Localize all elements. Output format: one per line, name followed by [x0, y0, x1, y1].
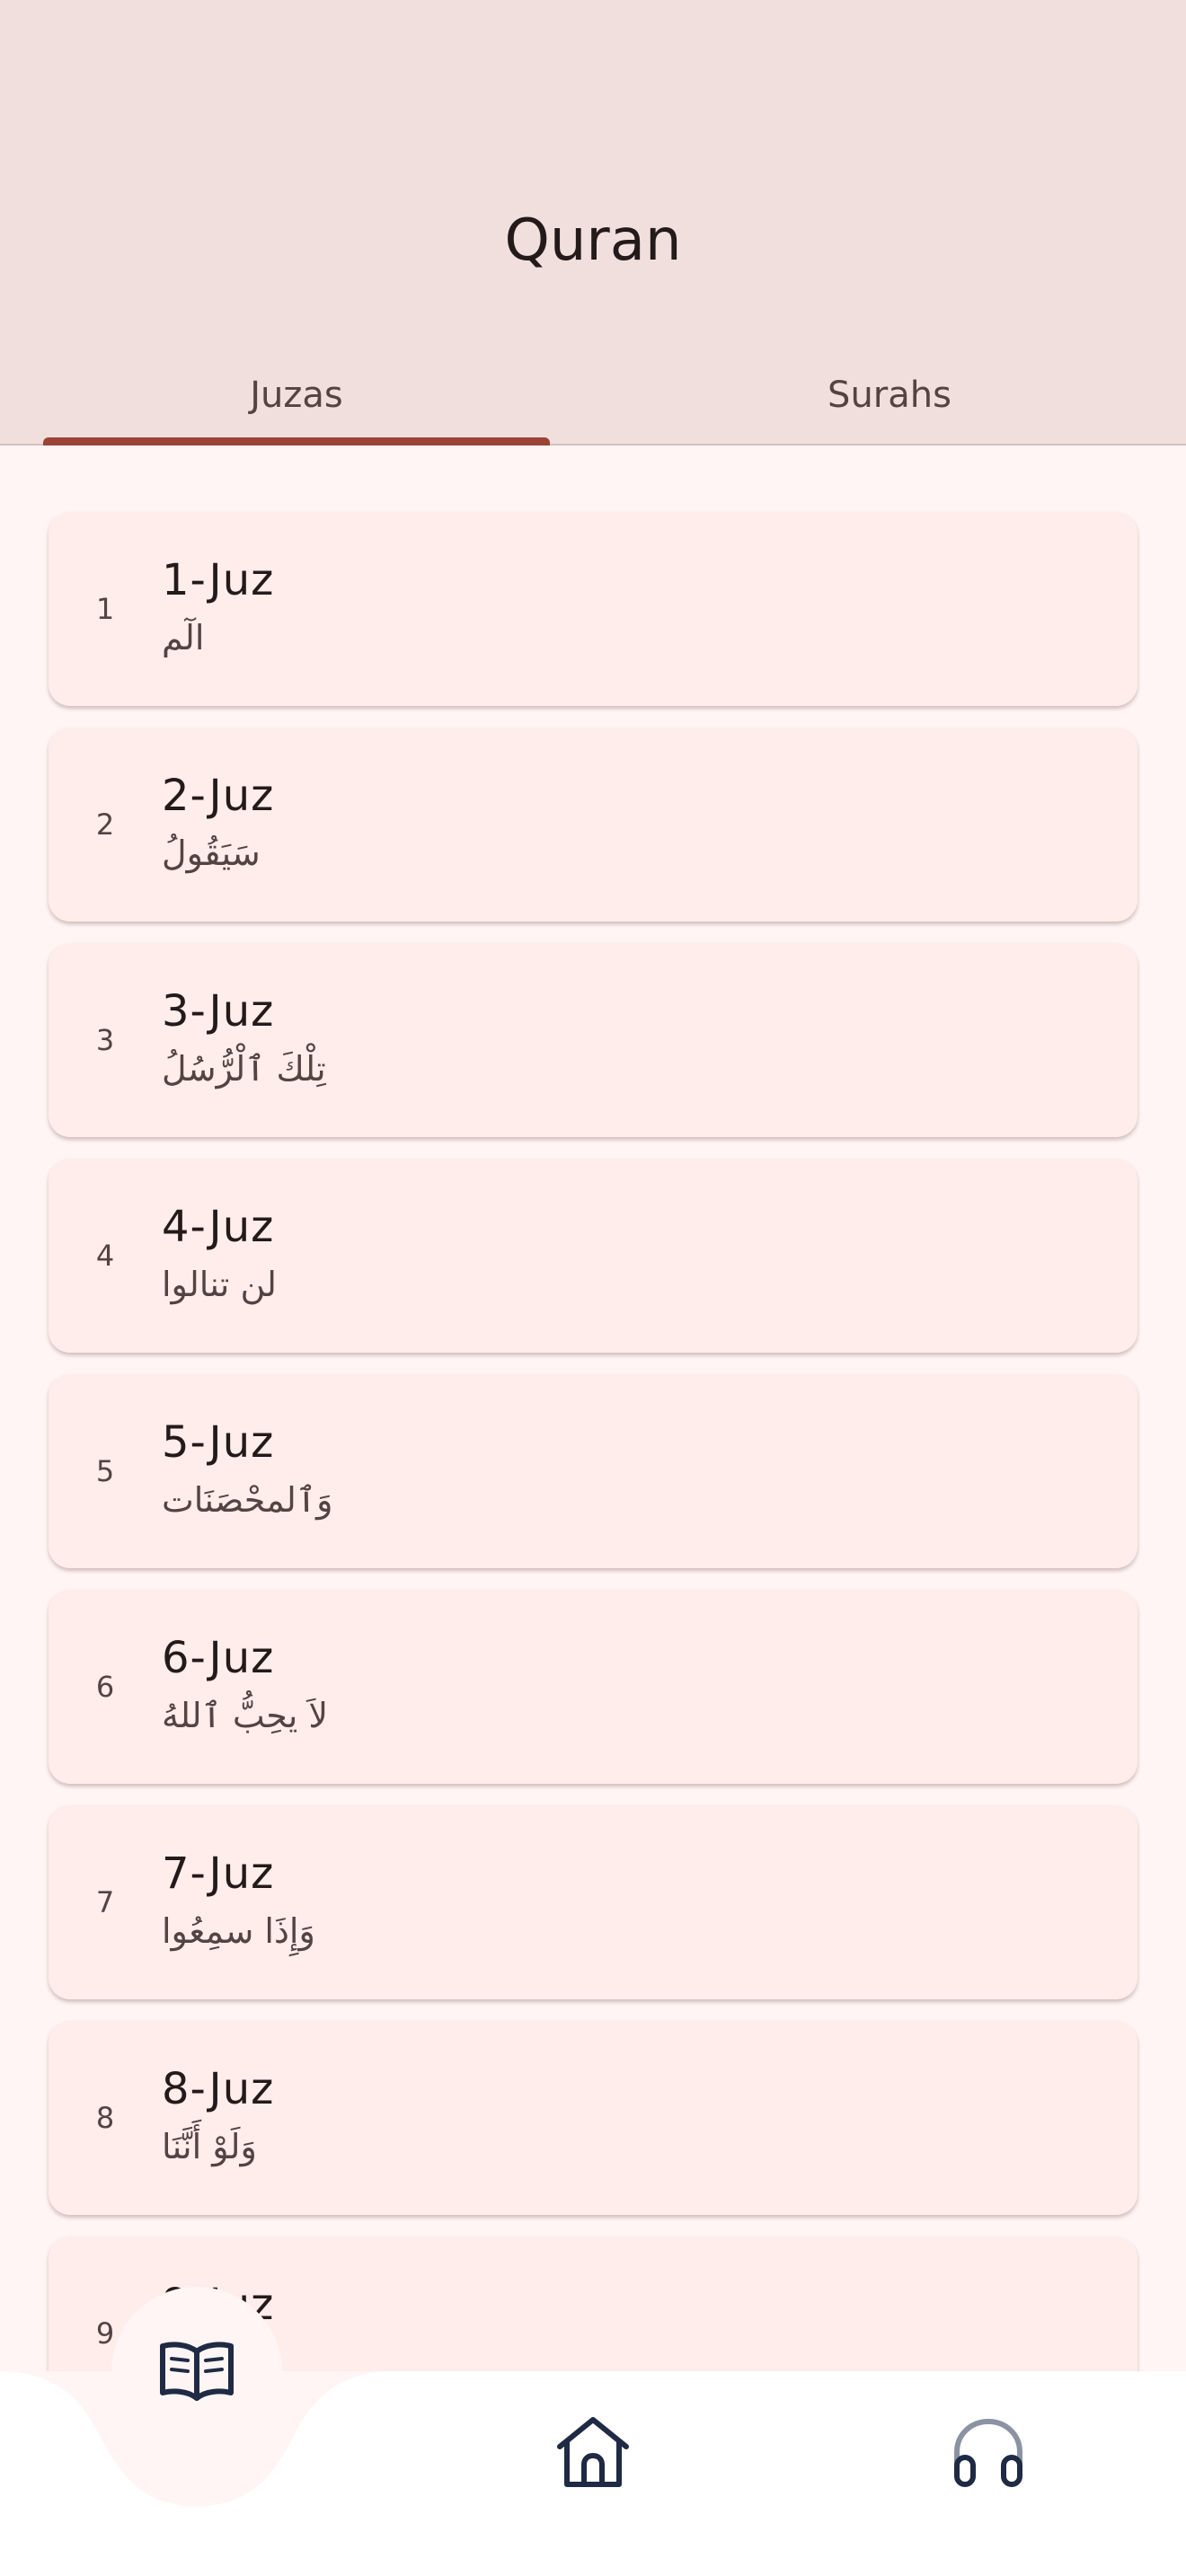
- juz-number: 8: [95, 2101, 115, 2135]
- juz-arabic-name: الٓم: [162, 618, 205, 657]
- juz-title: 8-Juz: [162, 2064, 275, 2114]
- page-title: Quran: [504, 207, 682, 274]
- juz-card-2[interactable]: 2 2-Juz سَيَقُولُ: [49, 728, 1137, 922]
- juz-arabic-name: لاَ يحِبُّ ٱللهُ: [162, 1696, 329, 1735]
- bottom-navigation: [0, 2287, 1186, 2576]
- juz-card-8[interactable]: 8 8-Juz وَلَوْ أَنَّنَا: [49, 2021, 1137, 2215]
- juz-arabic-name: وَٱلمحْصَنَات: [162, 1480, 333, 1520]
- juz-title: 6-Juz: [162, 1633, 275, 1683]
- nav-quran-button[interactable]: [111, 2287, 282, 2457]
- juz-card-4[interactable]: 4 4-Juz لن تنالوا: [49, 1159, 1137, 1353]
- tab-indicator: [43, 437, 550, 446]
- juz-arabic-name: تِلْكَ ٱلْرُّسُلُ: [162, 1049, 326, 1089]
- nav-home-button[interactable]: [539, 2400, 647, 2508]
- juz-title: 7-Juz: [162, 1848, 275, 1899]
- juz-number: 4: [95, 1239, 115, 1273]
- juz-arabic-name: وَإِذَا سمِعُوا: [162, 1911, 315, 1951]
- app-bar: Quran Juzas Surahs: [0, 0, 1186, 446]
- home-icon: [556, 2414, 630, 2493]
- juz-card-1[interactable]: 1 1-Juz الٓم: [49, 512, 1137, 706]
- juz-card-3[interactable]: 3 3-Juz تِلْكَ ٱلْرُّسُلُ: [49, 943, 1137, 1137]
- nav-audio-button[interactable]: [934, 2400, 1042, 2508]
- juz-title: 1-Juz: [162, 555, 275, 605]
- juz-title: 5-Juz: [162, 1417, 275, 1468]
- tab-juzas[interactable]: Juzas: [0, 364, 593, 445]
- tab-surahs[interactable]: Surahs: [593, 364, 1186, 445]
- book-open-icon: [159, 2339, 235, 2405]
- juz-card-5[interactable]: 5 5-Juz وَٱلمحْصَنَات: [49, 1374, 1137, 1568]
- juz-number: 6: [95, 1670, 115, 1704]
- juz-card-6[interactable]: 6 6-Juz لاَ يحِبُّ ٱللهُ: [49, 1590, 1137, 1784]
- juz-number: 1: [95, 592, 115, 626]
- juz-number: 5: [95, 1454, 115, 1488]
- juz-number: 2: [95, 807, 115, 842]
- juz-arabic-name: لن تنالوا: [162, 1265, 277, 1304]
- juz-card-7[interactable]: 7 7-Juz وَإِذَا سمِعُوا: [49, 1805, 1137, 1999]
- headphones-icon: [951, 2416, 1025, 2492]
- juz-arabic-name: سَيَقُولُ: [162, 834, 261, 873]
- juz-title: 2-Juz: [162, 771, 275, 821]
- juz-title: 4-Juz: [162, 1202, 275, 1252]
- juz-number: 7: [95, 1885, 115, 1919]
- juz-title: 3-Juz: [162, 986, 275, 1037]
- juz-arabic-name: وَلَوْ أَنَّنَا: [162, 2127, 257, 2166]
- juz-number: 3: [95, 1023, 115, 1057]
